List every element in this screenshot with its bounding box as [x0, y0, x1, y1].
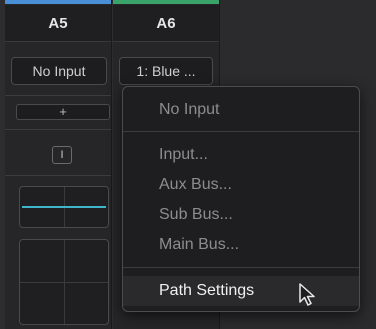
track-name: A5 [48, 14, 68, 32]
input-dropdown-menu: No Input Input... Aux Bus... Sub Bus... … [122, 86, 360, 312]
divider [5, 95, 111, 96]
add-insert-button[interactable]: + [16, 104, 110, 120]
track-strip-a5: A5 No Input + I [5, 0, 112, 329]
divider [5, 175, 111, 176]
track-header[interactable]: A6 [113, 5, 219, 42]
menu-item-aux-bus[interactable]: Aux Bus... [123, 170, 359, 200]
menu-separator [123, 131, 359, 132]
menu-item-main-bus[interactable]: Main Bus... [123, 230, 359, 260]
input-label: 1: Blue ... [136, 63, 196, 79]
eq-graph[interactable] [19, 186, 109, 228]
menu-item-path-settings[interactable]: Path Settings [123, 276, 359, 306]
track-header[interactable]: A5 [5, 5, 111, 42]
eq-curve [22, 206, 106, 208]
menu-item-label: Aux Bus... [159, 176, 232, 193]
input-label: No Input [32, 63, 86, 79]
mixer-panel: A5 No Input + I A6 1: Blue ... No Input … [0, 0, 376, 329]
menu-item-label: Sub Bus... [159, 206, 233, 223]
menu-item-label: Path Settings [159, 282, 255, 299]
track-color-bar [5, 0, 111, 4]
input-select-button[interactable]: 1: Blue ... [119, 57, 213, 85]
menu-item-label: No Input [159, 101, 220, 118]
pan-control[interactable] [19, 239, 109, 325]
menu-item-sub-bus[interactable]: Sub Bus... [123, 200, 359, 230]
input-toggle-button[interactable]: I [52, 146, 72, 164]
menu-item-label: Input... [159, 146, 208, 163]
menu-item-input[interactable]: Input... [123, 140, 359, 170]
toggle-label: I [60, 149, 64, 161]
mouse-cursor-icon [299, 283, 315, 306]
divider [5, 129, 111, 130]
track-name: A6 [156, 14, 176, 32]
menu-item-label: Main Bus... [159, 236, 240, 253]
track-color-bar [113, 0, 219, 4]
input-select-button[interactable]: No Input [11, 57, 107, 85]
menu-item-no-input[interactable]: No Input [123, 95, 359, 125]
pan-horizontal-line [20, 282, 108, 283]
menu-separator [123, 267, 359, 268]
add-label: + [59, 104, 67, 119]
